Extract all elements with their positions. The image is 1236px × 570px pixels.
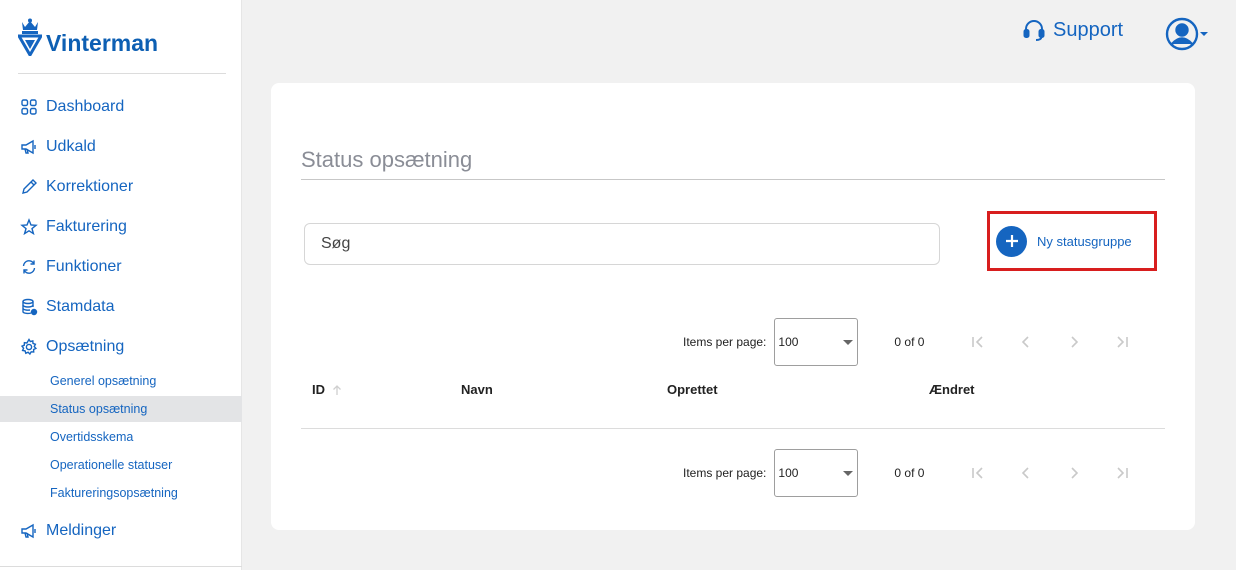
items-per-page-label: Items per page: [683, 335, 767, 349]
page-title: Status opsætning [301, 147, 473, 172]
sidebar-subitem-label: Overtidsskema [50, 430, 134, 444]
chevron-right-icon [1071, 336, 1079, 348]
sidebar-subitem-operationelle-statuser[interactable]: Operationelle statuser [0, 452, 242, 478]
grid-icon [21, 99, 37, 115]
column-header-navn[interactable]: Navn [461, 382, 493, 397]
sidebar-item-label: Stamdata [46, 298, 115, 315]
sidebar-item-fakturering[interactable]: Fakturering [20, 218, 127, 236]
page-size-select[interactable]: 100 [774, 318, 859, 366]
app-logo[interactable]: Vinterman [18, 18, 158, 56]
new-status-group-label: Ny statusgruppe [1037, 233, 1132, 249]
sidebar-subitem-label: Status opsætning [50, 402, 148, 416]
pencil-icon [22, 179, 37, 194]
sidebar-subitem-label: Faktureringsopsætning [50, 486, 178, 500]
caret-down-icon [1200, 32, 1208, 36]
next-page-button[interactable] [1050, 327, 1098, 357]
last-page-button[interactable] [1098, 327, 1146, 357]
sidebar-item-meldinger[interactable]: Meldinger [20, 522, 116, 540]
user-avatar-icon [1165, 17, 1199, 51]
sidebar-item-stamdata[interactable]: Stamdata [20, 298, 114, 316]
support-label: Support [1053, 18, 1124, 41]
sidebar-subitem-generel-opsaetning[interactable]: Generel opsætning [0, 368, 242, 394]
dropdown-arrow-icon [843, 340, 854, 345]
table-header-divider [301, 428, 1165, 429]
previous-page-button[interactable] [1002, 327, 1050, 357]
plus-icon [996, 225, 1027, 257]
sidebar-item-funktioner[interactable]: Funktioner [20, 258, 122, 276]
title-divider [301, 179, 1165, 180]
first-page-button[interactable] [954, 458, 1002, 488]
items-per-page-label: Items per page: [683, 466, 767, 480]
sort-arrow-up-icon [333, 384, 341, 395]
gear-icon [20, 338, 38, 356]
paginator-top: Items per page: 100 0 of 0 [683, 318, 1146, 366]
dropdown-arrow-icon [843, 471, 854, 476]
refresh-icon [22, 260, 36, 274]
sidebar-item-opsaetning[interactable]: Opsætning [20, 338, 124, 356]
megaphone-icon [21, 139, 36, 155]
star-icon [20, 218, 38, 236]
sidebar-item-label: Korrektioner [46, 178, 134, 195]
account-menu[interactable] [1165, 17, 1209, 51]
support-link[interactable]: Support [1022, 18, 1123, 42]
crown-shield-icon [18, 18, 42, 56]
logo-divider [18, 73, 226, 74]
page-size-value: 100 [778, 466, 799, 480]
chevron-left-icon [1022, 467, 1029, 479]
page-size-value: 100 [778, 335, 799, 349]
chevron-right-icon [1071, 467, 1079, 479]
page-range-label: 0 of 0 [894, 335, 925, 349]
sidebar-item-label: Udkald [46, 138, 96, 155]
sidebar-item-udkald[interactable]: Udkald [20, 138, 96, 156]
sidebar: Vinterman Dashboard Udkald Korrektioner … [0, 0, 242, 570]
column-header-label: ID [312, 382, 325, 397]
page-size-select[interactable]: 100 [774, 449, 859, 497]
database-icon [22, 298, 38, 316]
sidebar-subitem-label: Generel opsætning [50, 374, 157, 388]
chevron-left-icon [1022, 336, 1029, 348]
sidebar-item-dashboard[interactable]: Dashboard [20, 98, 124, 116]
sidebar-divider [0, 566, 242, 567]
last-page-button[interactable] [1098, 458, 1146, 488]
sidebar-item-label: Funktioner [46, 258, 122, 275]
first-page-icon [972, 336, 983, 348]
app-name: Vinterman [46, 30, 159, 56]
search-input[interactable] [304, 223, 940, 265]
column-header-aendret[interactable]: Ændret [929, 382, 975, 397]
sidebar-item-korrektioner[interactable]: Korrektioner [20, 178, 133, 196]
paginator-bottom: Items per page: 100 0 of 0 [683, 449, 1146, 497]
page-range-label: 0 of 0 [894, 466, 925, 480]
sidebar-subitem-status-opsaetning[interactable]: Status opsætning [0, 396, 242, 422]
new-status-group-button[interactable]: Ny statusgruppe [987, 211, 1157, 271]
sidebar-item-label: Fakturering [46, 218, 127, 235]
last-page-icon [1117, 336, 1129, 348]
sidebar-subitem-label: Operationelle statuser [50, 458, 173, 472]
megaphone-icon [21, 523, 36, 539]
column-header-oprettet[interactable]: Oprettet [667, 382, 718, 397]
first-page-button[interactable] [954, 327, 1002, 357]
content-card: Status opsætning Ny statusgruppe Items p… [271, 83, 1195, 530]
sidebar-subitem-overtidsskema[interactable]: Overtidsskema [0, 424, 242, 450]
headset-icon [1023, 20, 1045, 41]
sidebar-subitem-faktureringsopsaetning[interactable]: Faktureringsopsætning [0, 480, 242, 506]
first-page-icon [972, 467, 983, 479]
sidebar-item-label: Opsætning [46, 338, 125, 355]
previous-page-button[interactable] [1002, 458, 1050, 488]
sidebar-item-label: Dashboard [46, 98, 125, 115]
column-header-id[interactable]: ID [312, 382, 343, 397]
next-page-button[interactable] [1050, 458, 1098, 488]
sidebar-item-label: Meldinger [46, 522, 117, 539]
last-page-icon [1117, 467, 1129, 479]
